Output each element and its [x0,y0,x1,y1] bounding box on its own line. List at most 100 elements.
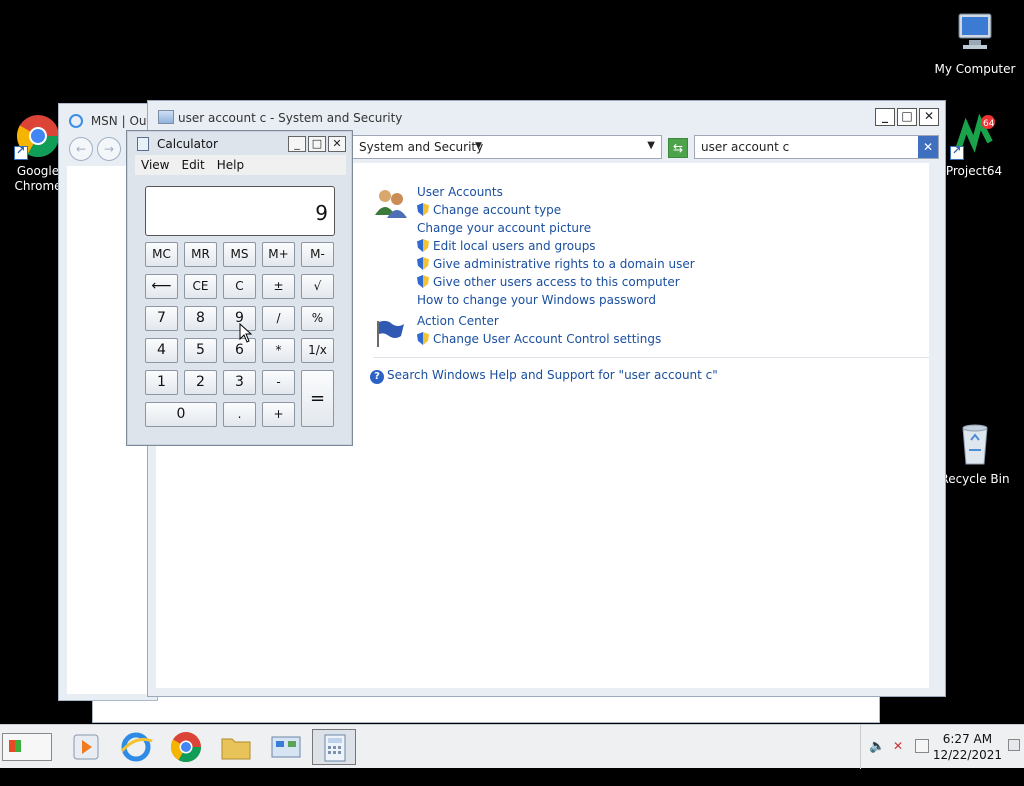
link-change-password-help[interactable]: How to change your Windows password [417,291,695,309]
link-text: How to change your Windows password [417,293,656,307]
uac-shield-icon [417,257,429,270]
search-input[interactable]: user account c ✕ [694,135,939,159]
desktop-icon-my-computer[interactable]: My Computer [933,10,1017,77]
link-text: Give administrative rights to a domain u… [433,257,695,271]
clear-search-button[interactable]: ✕ [918,136,938,158]
key-mc[interactable]: MC [145,242,178,267]
calculator-icon [313,730,357,766]
media-player-icon [64,729,108,765]
menu-edit[interactable]: Edit [175,155,210,175]
taskbar: Start 🔈 ✕ 6:27 AM 12/22/2021 [0,724,1024,768]
link-change-account-picture[interactable]: Change your account picture [417,219,695,237]
taskbar-calculator[interactable] [312,729,356,765]
key-8[interactable]: 8 [184,306,217,331]
chevron-down-icon[interactable]: ▼ [475,141,482,151]
key-7[interactable]: 7 [145,306,178,331]
menu-view[interactable]: View [135,155,175,175]
recycle-bin-icon [951,420,999,468]
key-percent[interactable]: % [301,306,334,331]
close-button[interactable]: ✕ [328,136,346,152]
back-button[interactable]: ← [69,137,93,161]
link-change-uac-settings[interactable]: Change User Account Control settings [417,330,661,348]
minimize-button[interactable]: _ [875,108,895,126]
address-dropdown-icon[interactable]: ▼ [647,140,655,151]
clock[interactable]: 6:27 AM 12/22/2021 [933,731,1002,763]
msn-window-title: MSN | Outl [91,114,155,128]
search-help-link[interactable]: ?Search Windows Help and Support for "us… [370,366,718,384]
title-bar[interactable]: user account c - System and Security _ □… [148,101,945,133]
help-icon: ? [370,370,384,384]
volume-icon[interactable]: 🔈 [869,739,885,754]
taskbar-explorer[interactable] [214,729,258,765]
link-text: Edit local users and groups [433,239,596,253]
menu-help[interactable]: Help [211,155,250,175]
close-button[interactable]: ✕ [919,108,939,126]
maximize-button[interactable]: □ [897,108,917,126]
key-plus-minus[interactable]: ± [262,274,295,299]
divider [373,357,929,358]
link-edit-local-users[interactable]: Edit local users and groups [417,237,695,255]
key-ms[interactable]: MS [223,242,256,267]
uac-shield-icon [417,332,429,345]
link-give-admin-rights[interactable]: Give administrative rights to a domain u… [417,255,695,273]
key-3[interactable]: 3 [223,370,256,395]
action-center-flag-icon[interactable] [915,739,929,753]
key-add[interactable]: + [262,402,295,427]
calculator-icon [137,137,149,151]
key-mr[interactable]: MR [184,242,217,267]
link-text: Change your account picture [417,221,591,235]
key-divide[interactable]: / [262,306,295,331]
clock-date: 12/22/2021 [933,747,1002,763]
key-equals[interactable]: = [301,370,334,427]
link-text: Change User Account Control settings [433,332,661,346]
taskbar-chrome[interactable] [164,729,208,765]
network-icon[interactable]: ✕ [893,739,903,753]
window-title: user account c - System and Security [178,111,402,125]
key-1[interactable]: 1 [145,370,178,395]
key-sqrt[interactable]: √ [301,274,334,299]
key-multiply[interactable]: * [262,338,295,363]
user-accounts-icon [374,187,408,222]
maximize-button[interactable]: □ [308,136,326,152]
start-label: Start [9,766,43,780]
uac-shield-icon [417,275,429,288]
taskbar-media-player[interactable] [64,729,108,765]
start-button[interactable]: Start [2,733,52,761]
key-0[interactable]: 0 [145,402,217,427]
key-reciprocal[interactable]: 1/x [301,338,334,363]
key-subtract[interactable]: - [262,370,295,395]
project64-icon: 64 [950,112,998,160]
key-4[interactable]: 4 [145,338,178,363]
forward-button[interactable]: → [97,137,121,161]
user-accounts-heading[interactable]: User Accounts [417,183,695,201]
key-backspace[interactable]: ⟵ [145,274,178,299]
key-c[interactable]: C [223,274,256,299]
system-tray: 🔈 ✕ 6:27 AM 12/22/2021 [860,725,1024,769]
windows-logo-icon [9,740,21,752]
key-decimal[interactable]: . [223,402,256,427]
menu-bar: View Edit Help [135,155,346,175]
internet-explorer-icon [114,729,158,765]
desktop: My Computer Google Chrome 64 Project64 R… [0,0,1024,768]
key-m-plus[interactable]: M+ [262,242,295,267]
shortcut-arrow-icon [14,146,28,160]
key-m-minus[interactable]: M- [301,242,334,267]
uac-shield-icon [417,239,429,252]
key-5[interactable]: 5 [184,338,217,363]
show-desktop-icon[interactable] [1008,739,1020,751]
taskbar-control-panel[interactable] [264,729,308,765]
refresh-button[interactable]: ⇆ [668,138,688,158]
action-center-heading[interactable]: Action Center [417,312,661,330]
link-text: Search Windows Help and Support for "use… [387,368,718,382]
key-2[interactable]: 2 [184,370,217,395]
taskbar-internet-explorer[interactable] [114,729,158,765]
calculator-window[interactable]: Calculator _ □ ✕ View Edit Help 9 MC MR … [126,130,353,446]
key-ce[interactable]: CE [184,274,217,299]
chrome-icon [14,112,62,160]
minimize-button[interactable]: _ [288,136,306,152]
desktop-icon-label: My Computer [933,62,1017,77]
link-give-other-users-access[interactable]: Give other users access to this computer [417,273,695,291]
link-change-account-type[interactable]: Change account type [417,201,695,219]
mouse-cursor-icon [239,323,253,343]
computer-icon [951,10,999,58]
